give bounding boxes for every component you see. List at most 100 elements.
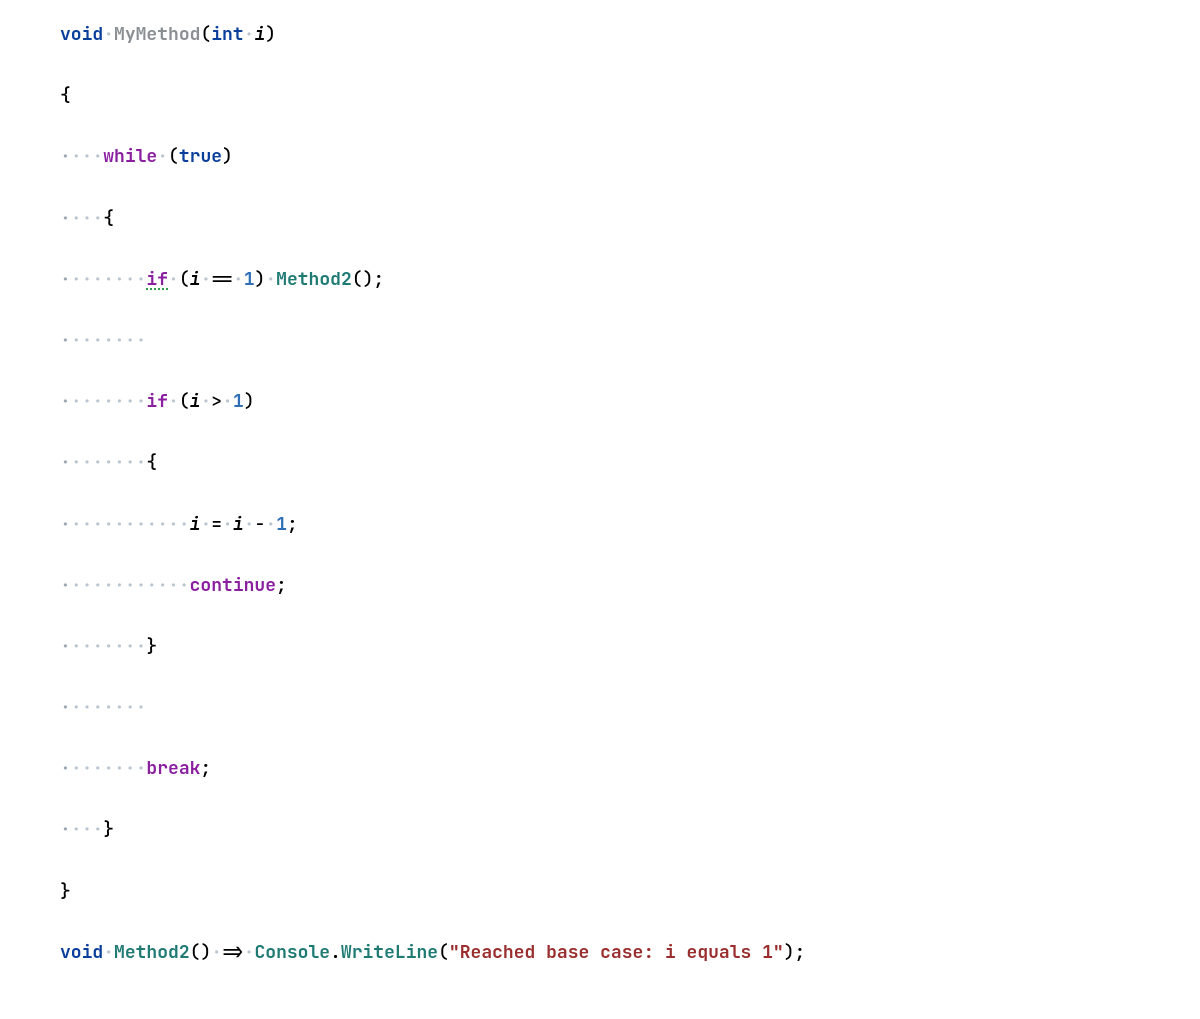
whitespace-dots: ···	[71, 818, 103, 841]
whitespace-dot: ·	[222, 390, 233, 413]
code-block: void·MyMethod(int·i) { ····while·(true) …	[60, 20, 1140, 999]
lparen: (	[438, 941, 449, 964]
brace-close: }	[146, 635, 157, 658]
operator-assign: =	[211, 513, 222, 536]
semicolon: ;	[373, 268, 384, 291]
number-literal: 1	[276, 513, 287, 536]
number-literal: 1	[233, 390, 244, 413]
whitespace-dot: ·	[60, 145, 71, 168]
type-console: Console	[254, 941, 330, 964]
whitespace-dot: ·	[60, 635, 71, 658]
whitespace-dot: ·	[60, 451, 71, 474]
semicolon: ;	[276, 574, 287, 597]
string-literal: "Reached base case: i equals 1"	[449, 941, 784, 964]
brace-open: {	[103, 207, 114, 230]
code-line-16: void·Method2()·=>·Console.WriteLine("Rea…	[60, 938, 1140, 969]
whitespace-dot: ·	[244, 23, 255, 46]
whitespace-dot: ·	[60, 818, 71, 841]
number-literal: 1	[244, 268, 255, 291]
whitespace-dots: ·······	[71, 757, 147, 780]
operator-eq: ==	[211, 268, 233, 291]
whitespace-dot: ·	[60, 207, 71, 230]
code-line-8: ········{	[60, 448, 1140, 479]
whitespace-dots: ···	[71, 145, 103, 168]
identifier-i: i	[190, 268, 201, 291]
rparen: )	[265, 23, 276, 46]
code-line-7: ········if·(i·>·1)	[60, 387, 1140, 418]
code-line-4: ····{	[60, 204, 1140, 235]
whitespace-dots: ·······	[71, 390, 147, 413]
code-line-1: void·MyMethod(int·i)	[60, 20, 1140, 51]
method-writeline: WriteLine	[341, 941, 438, 964]
code-line-10: ············continue;	[60, 571, 1140, 602]
semicolon: ;	[200, 757, 211, 780]
code-line-2: {	[60, 81, 1140, 112]
whitespace-dot: ·	[60, 513, 71, 536]
lparen: (	[179, 268, 190, 291]
rparen: )	[244, 390, 255, 413]
whitespace-dot: ·	[200, 390, 211, 413]
semicolon: ;	[795, 941, 806, 964]
keyword-if: if	[146, 268, 168, 291]
keyword-break: break	[146, 757, 200, 780]
whitespace-dot: ·	[60, 329, 71, 352]
rparen: )	[255, 268, 266, 291]
whitespace-dot: ·	[103, 941, 114, 964]
whitespace-dot: ·	[168, 390, 179, 413]
keyword-while: while	[103, 145, 157, 168]
whitespace-dots: ···	[71, 207, 103, 230]
code-line-13: ········break;	[60, 754, 1140, 785]
whitespace-dot: ·	[60, 696, 71, 719]
lparen: (	[179, 390, 190, 413]
keyword-int: int	[211, 23, 243, 46]
whitespace-dot: ·	[222, 513, 233, 536]
whitespace-dots: ·······	[71, 329, 147, 352]
method-name: Method2	[114, 941, 190, 964]
keyword-void: void	[60, 941, 103, 964]
identifier-i: i	[233, 513, 244, 536]
keyword-void: void	[60, 23, 103, 46]
code-line-3: ····while·(true)	[60, 142, 1140, 173]
whitespace-dot: ·	[103, 23, 114, 46]
whitespace-dot: ·	[244, 513, 255, 536]
code-line-14: ····}	[60, 815, 1140, 846]
whitespace-dot: ·	[265, 268, 276, 291]
whitespace-dot: ·	[200, 268, 211, 291]
rparen: )	[200, 941, 211, 964]
whitespace-dots: ···········	[71, 513, 190, 536]
rparen: )	[363, 268, 374, 291]
brace-open: {	[60, 84, 71, 107]
code-line-11: ········}	[60, 632, 1140, 663]
whitespace-dots: ·······	[71, 696, 147, 719]
keyword-continue: continue	[190, 574, 276, 597]
lparen: (	[168, 145, 179, 168]
operator-gt: >	[211, 390, 222, 413]
code-line-15: }	[60, 877, 1140, 908]
identifier-i: i	[190, 513, 201, 536]
whitespace-dot: ·	[244, 941, 255, 964]
operator-minus: -	[255, 513, 266, 536]
whitespace-dots: ·······	[71, 268, 147, 291]
operator-arrow: =>	[222, 941, 244, 964]
whitespace-dots: ·······	[71, 451, 147, 474]
whitespace-dot: ·	[168, 268, 179, 291]
lparen: (	[352, 268, 363, 291]
whitespace-dot: ·	[200, 513, 211, 536]
whitespace-dot: ·	[60, 574, 71, 597]
brace-close: }	[103, 818, 114, 841]
whitespace-dot: ·	[60, 390, 71, 413]
identifier-i: i	[190, 390, 201, 413]
code-line-9: ············i·=·i·-·1;	[60, 510, 1140, 541]
lparen: (	[190, 941, 201, 964]
code-line-6: ········	[60, 326, 1140, 357]
keyword-if: if	[146, 390, 168, 413]
code-line-12: ········	[60, 693, 1140, 724]
parameter-i: i	[254, 23, 265, 46]
whitespace-dot: ·	[60, 757, 71, 780]
brace-open: {	[146, 451, 157, 474]
whitespace-dots: ·······	[71, 635, 147, 658]
whitespace-dot: ·	[211, 941, 222, 964]
whitespace-dot: ·	[233, 268, 244, 291]
method-call: Method2	[276, 268, 352, 291]
keyword-true: true	[179, 145, 222, 168]
